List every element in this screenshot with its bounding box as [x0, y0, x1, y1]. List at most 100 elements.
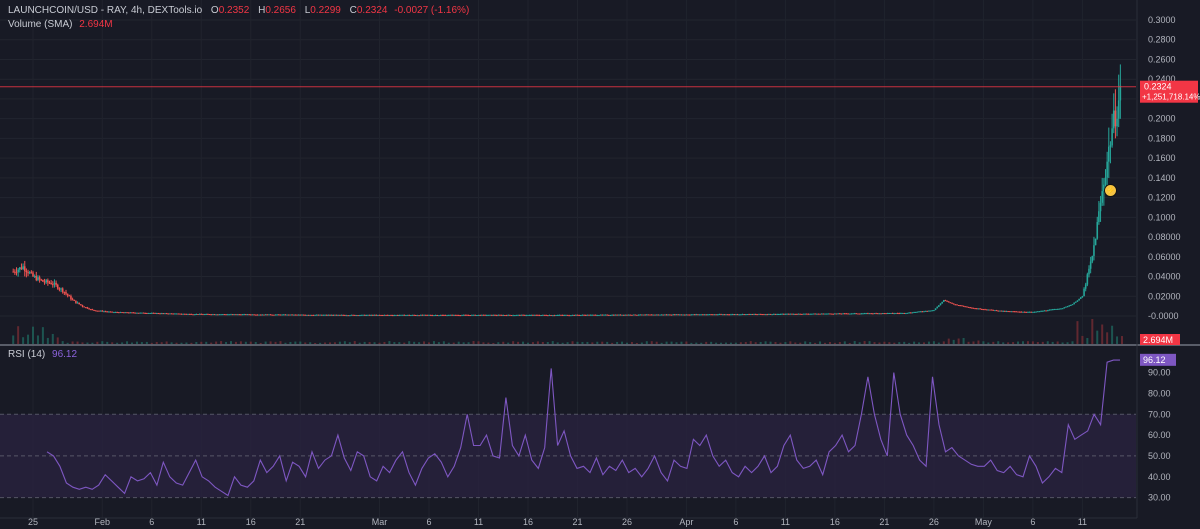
- candle: [276, 314, 278, 316]
- candle: [307, 314, 310, 316]
- candle: [890, 312, 892, 314]
- volume-bar: [789, 341, 792, 344]
- candle: [647, 314, 650, 316]
- candle: [368, 314, 371, 316]
- candle: [824, 313, 826, 315]
- volume-bar: [398, 342, 401, 344]
- volume-bar: [878, 342, 881, 344]
- candle: [316, 314, 318, 316]
- candle: [292, 314, 295, 316]
- candle: [1117, 100, 1120, 119]
- candle: [525, 315, 528, 317]
- candle: [710, 314, 712, 316]
- volume-bar: [784, 342, 787, 344]
- candle: [281, 314, 283, 316]
- candle: [540, 315, 542, 317]
- candle: [967, 306, 970, 308]
- candle: [405, 315, 407, 317]
- candle: [228, 314, 231, 316]
- price-tick-label: 0.1200: [1148, 193, 1176, 203]
- volume-bar: [363, 341, 366, 344]
- candle: [136, 312, 138, 314]
- candle: [202, 314, 204, 316]
- candle: [273, 314, 275, 316]
- candle: [883, 313, 886, 315]
- candle: [344, 315, 346, 317]
- candle: [886, 313, 889, 315]
- candle: [118, 312, 120, 314]
- candle: [363, 314, 366, 316]
- candle: [1076, 300, 1079, 302]
- close-value: 0.2324: [356, 5, 388, 16]
- candle: [1051, 309, 1054, 311]
- volume-bar: [319, 342, 322, 344]
- candle: [314, 314, 316, 316]
- candle: [573, 314, 575, 316]
- candle: [320, 314, 323, 316]
- candle: [982, 309, 985, 311]
- candle: [233, 314, 236, 316]
- candle: [35, 276, 38, 281]
- candle: [1033, 311, 1036, 313]
- candle: [665, 314, 668, 316]
- candle: [969, 307, 971, 309]
- candle: [634, 314, 637, 316]
- candle: [1050, 309, 1052, 311]
- candle: [736, 314, 739, 316]
- candle: [461, 315, 463, 317]
- candle: [632, 314, 635, 316]
- candle: [652, 314, 655, 316]
- candle: [66, 293, 69, 296]
- candle: [428, 314, 430, 316]
- candle: [132, 312, 135, 314]
- candle: [1009, 311, 1011, 313]
- candle: [121, 312, 123, 314]
- volume-bar: [1056, 341, 1059, 344]
- candle: [677, 314, 679, 316]
- candle: [867, 313, 869, 315]
- candle: [37, 277, 39, 281]
- candle: [626, 314, 628, 316]
- candle: [720, 314, 722, 316]
- volume-bar: [739, 342, 742, 344]
- candle: [608, 314, 610, 316]
- rsi-tick-label: 60.00: [1148, 430, 1171, 440]
- candle: [947, 301, 950, 303]
- candle: [1068, 305, 1070, 307]
- candle: [725, 314, 727, 316]
- candle: [690, 314, 693, 316]
- candle: [332, 314, 335, 316]
- candle: [910, 312, 912, 314]
- rsi-label: RSI (14): [8, 349, 46, 360]
- candle: [14, 271, 16, 273]
- volume-bar: [863, 341, 866, 344]
- volume-bar: [809, 342, 812, 344]
- candle: [911, 312, 914, 314]
- volume-bar: [32, 326, 34, 344]
- candle: [312, 314, 315, 316]
- candle: [695, 314, 698, 316]
- lightning-icon[interactable]: ⚡: [1104, 184, 1117, 197]
- candle: [654, 314, 656, 316]
- candle: [578, 314, 580, 316]
- candle: [855, 313, 858, 315]
- candle: [32, 272, 34, 277]
- candle: [271, 314, 274, 316]
- candle: [987, 309, 990, 311]
- candle: [1035, 311, 1037, 313]
- volume-bar: [764, 341, 767, 344]
- candle: [834, 313, 836, 315]
- candle: [291, 314, 293, 316]
- candle: [423, 314, 425, 316]
- candle: [613, 314, 615, 316]
- candle: [989, 309, 991, 311]
- candle: [637, 314, 640, 316]
- volume-bar: [690, 342, 693, 344]
- candle: [294, 314, 297, 316]
- rsi-value-badge-label: 96.12: [1143, 355, 1166, 365]
- rsi-tick-label: 50.00: [1148, 451, 1171, 461]
- candle: [819, 313, 821, 315]
- candle: [179, 313, 181, 315]
- chart[interactable]: 0.30000.28000.26000.24000.22000.20000.18…: [0, 0, 1200, 529]
- candle: [324, 314, 326, 316]
